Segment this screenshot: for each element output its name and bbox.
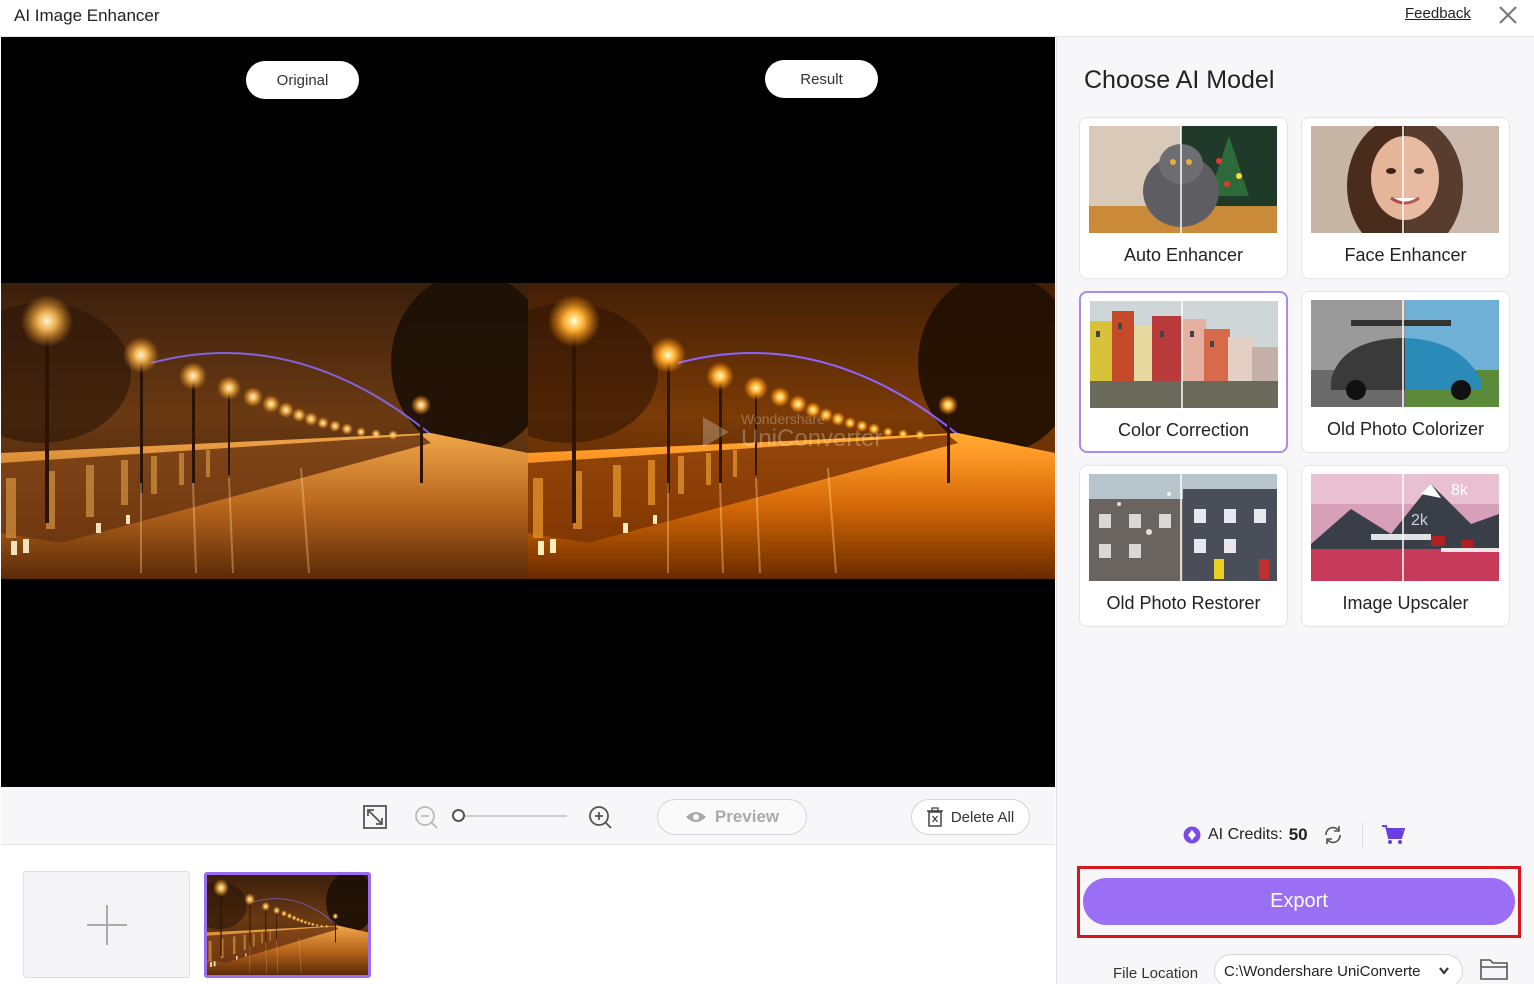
title-bar: AI Image Enhancer Feedback — [0, 0, 1534, 37]
add-image-button[interactable] — [23, 871, 190, 978]
file-location-label: File Location — [1113, 965, 1199, 982]
result-image — [528, 283, 1055, 579]
model-label: Old Photo Restorer — [1106, 593, 1261, 613]
split-divider — [1402, 300, 1404, 407]
model-card-old-photo-restorer[interactable]: Old Photo Restorer — [1079, 465, 1288, 627]
model-card-color-correction[interactable]: Color Correction — [1079, 291, 1288, 453]
thumbnail-strip — [1, 846, 1055, 984]
split-divider — [1180, 474, 1182, 581]
model-panel: Choose AI Model Auto Enhancer Face Enhan… — [1056, 37, 1534, 984]
ai-credits-icon — [1183, 826, 1201, 844]
result-label: Result — [765, 60, 878, 98]
upscale-from-badge: 2k — [1411, 512, 1428, 529]
zoom-out-icon[interactable] — [413, 804, 439, 830]
separator — [1361, 822, 1363, 848]
panel-title: Choose AI Model — [1084, 66, 1275, 94]
plus-icon — [86, 904, 127, 945]
cart-icon[interactable] — [1381, 824, 1405, 846]
image-thumbnail[interactable] — [204, 872, 371, 978]
fit-screen-icon[interactable] — [362, 804, 388, 830]
face-enhancer-preview — [1311, 126, 1499, 233]
app-window: AI Image Enhancer Feedback Original Resu… — [0, 0, 1534, 984]
eye-icon — [685, 812, 706, 822]
model-card-old-photo-colorizer[interactable]: Old Photo Colorizer — [1301, 291, 1510, 453]
feedback-link[interactable]: Feedback — [1405, 5, 1471, 22]
zoom-slider-knob[interactable] — [452, 809, 465, 822]
color-correction-preview — [1090, 301, 1278, 408]
window-title: AI Image Enhancer — [14, 6, 160, 25]
delete-all-button[interactable]: Delete All — [911, 799, 1030, 835]
ai-credits-value: 50 — [1288, 825, 1308, 844]
split-divider — [1402, 126, 1404, 233]
model-card-auto-enhancer[interactable]: Auto Enhancer — [1079, 117, 1288, 279]
old-photo-colorizer-preview — [1311, 300, 1499, 407]
model-label: Image Upscaler — [1342, 593, 1469, 613]
split-divider — [1402, 474, 1404, 581]
file-location-select[interactable]: C:\Wondershare UniConverte — [1214, 954, 1463, 984]
file-location-value: C:\Wondershare UniConverte — [1224, 962, 1421, 980]
refresh-icon[interactable] — [1322, 824, 1344, 846]
folder-icon[interactable] — [1480, 957, 1508, 981]
image-upscaler-preview: 2k 8k — [1311, 474, 1499, 581]
preview-button[interactable]: Preview — [657, 799, 807, 835]
trash-icon — [926, 807, 943, 827]
model-label: Face Enhancer — [1344, 245, 1467, 265]
preview-button-label: Preview — [714, 807, 780, 826]
preview-toolbar: Preview Delete All — [1, 787, 1055, 845]
original-image — [1, 283, 528, 579]
thumbnail-image — [207, 875, 368, 975]
split-divider — [1180, 126, 1182, 233]
model-label: Auto Enhancer — [1123, 245, 1244, 265]
chevron-down-icon — [1439, 967, 1449, 975]
model-card-image-upscaler[interactable]: 2k 8k Image Upscaler — [1301, 465, 1510, 627]
model-label: Color Correction — [1117, 420, 1250, 440]
split-divider — [1181, 301, 1183, 408]
preview-canvas[interactable]: Original Result Wondershare UniConverter — [1, 37, 1055, 787]
old-photo-restorer-preview — [1089, 474, 1277, 581]
ai-credits: AI Credits: 50 — [1183, 822, 1405, 848]
auto-enhancer-preview — [1089, 126, 1277, 233]
upscale-to-badge: 8k — [1451, 482, 1468, 499]
zoom-slider-track[interactable] — [457, 815, 567, 817]
original-label: Original — [246, 61, 359, 99]
close-icon[interactable] — [1497, 4, 1519, 26]
zoom-in-icon[interactable] — [587, 804, 613, 830]
delete-all-label: Delete All — [950, 808, 1015, 826]
ai-credits-label: AI Credits: — [1208, 826, 1283, 843]
export-button[interactable]: Export — [1083, 878, 1515, 925]
model-card-face-enhancer[interactable]: Face Enhancer — [1301, 117, 1510, 279]
model-label: Old Photo Colorizer — [1326, 419, 1485, 439]
